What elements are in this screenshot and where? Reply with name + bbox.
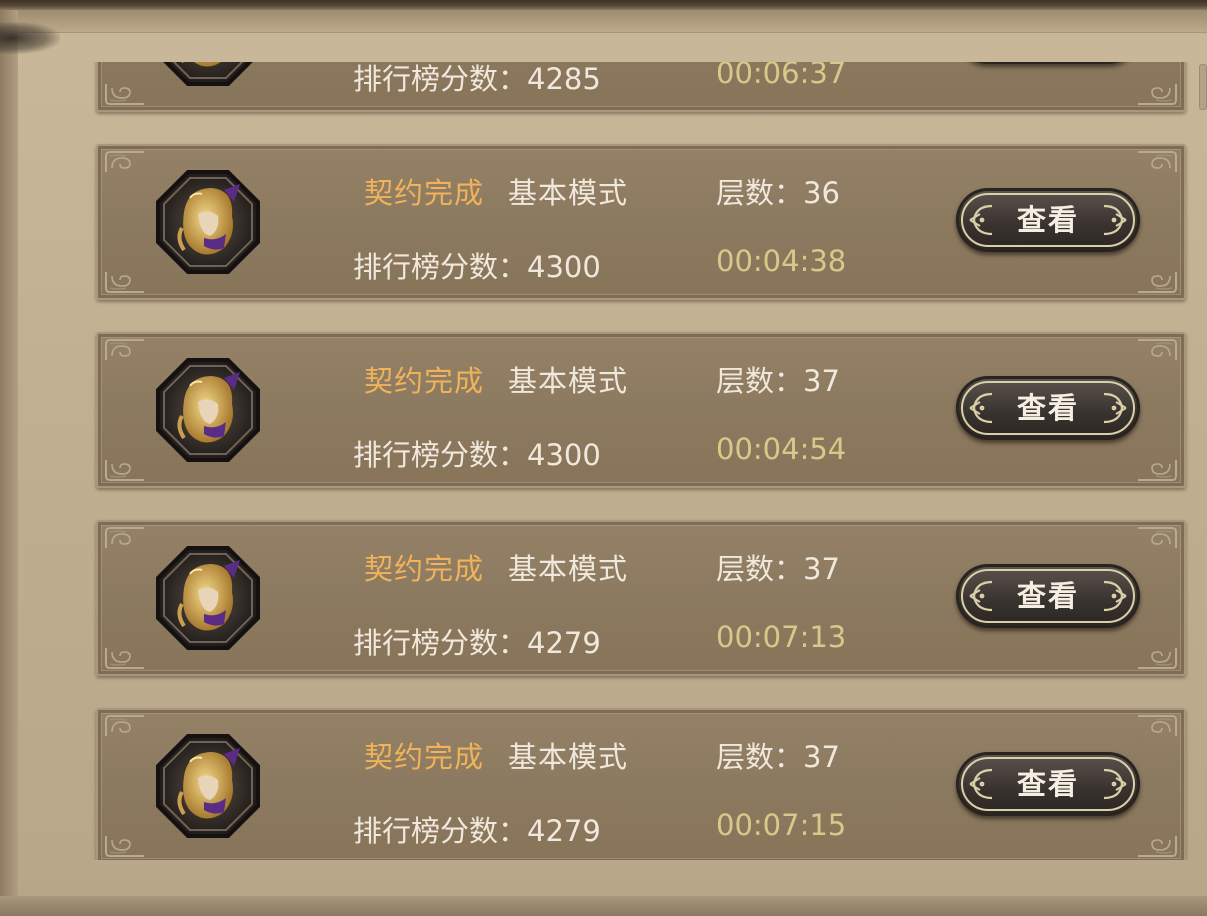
panel-frame: 契约完成 基本模式 层数：36 排行榜分数：4285 00:06:37 查看 契… xyxy=(0,0,1207,916)
ornate-corner-icon xyxy=(104,526,150,550)
floor-count: 层数：37 xyxy=(716,740,840,774)
leaderboard-score: 排行榜分数：4285 xyxy=(353,62,601,96)
view-button-label: 查看 xyxy=(1016,579,1079,613)
leaderboard-score: 排行榜分数：4279 xyxy=(353,814,601,848)
record-row: 契约完成 基本模式 层数：37 排行榜分数：4279 00:07:13 查看 xyxy=(96,520,1186,676)
clear-time: 00:04:38 xyxy=(716,244,847,278)
ornate-corner-icon xyxy=(1132,82,1178,106)
view-button-label: 查看 xyxy=(1016,767,1079,801)
clear-time: 00:07:13 xyxy=(716,620,847,654)
record-row: 契约完成 基本模式 层数：36 排行榜分数：4285 00:06:37 查看 xyxy=(96,62,1186,112)
frame-top-bevel xyxy=(0,10,1207,33)
contract-status: 契约完成 xyxy=(364,176,485,210)
character-portrait-icon xyxy=(154,356,262,464)
game-mode: 基本模式 xyxy=(508,364,629,398)
record-row: 契约完成 基本模式 层数：37 排行榜分数：4279 00:07:15 查看 xyxy=(96,708,1186,860)
ornate-corner-icon xyxy=(104,834,150,858)
view-button[interactable]: 查看 xyxy=(956,564,1140,628)
ornate-corner-icon xyxy=(104,458,150,482)
view-button-label: 查看 xyxy=(1016,391,1079,425)
clear-time: 00:06:37 xyxy=(716,62,847,90)
ornate-corner-icon xyxy=(1132,458,1178,482)
ornate-corner-icon xyxy=(104,150,150,174)
ornate-corner-icon xyxy=(104,714,150,738)
frame-left-edge xyxy=(0,10,18,916)
frame-top-edge xyxy=(0,0,1207,10)
character-portrait-icon xyxy=(154,732,262,840)
character-portrait-icon xyxy=(154,62,262,88)
view-button[interactable]: 查看 xyxy=(956,188,1140,252)
ink-decoration xyxy=(0,22,60,54)
clear-time: 00:04:54 xyxy=(716,432,847,466)
floor-count: 层数：37 xyxy=(716,364,840,398)
ornate-corner-icon xyxy=(104,82,150,106)
ornate-corner-icon xyxy=(104,646,150,670)
view-button[interactable]: 查看 xyxy=(956,752,1140,816)
ornate-corner-icon xyxy=(1132,714,1178,738)
record-list[interactable]: 契约完成 基本模式 层数：36 排行榜分数：4285 00:06:37 查看 契… xyxy=(60,62,1200,860)
floor-count: 层数：36 xyxy=(716,176,840,210)
clear-time: 00:07:15 xyxy=(716,808,847,842)
scrollbar-thumb[interactable] xyxy=(1199,64,1207,110)
ornate-corner-icon xyxy=(104,270,150,294)
leaderboard-score: 排行榜分数：4300 xyxy=(353,250,601,284)
ornate-corner-icon xyxy=(1132,646,1178,670)
character-portrait-icon xyxy=(154,168,262,276)
ornate-corner-icon xyxy=(1132,526,1178,550)
game-mode: 基本模式 xyxy=(508,740,629,774)
contract-status: 契约完成 xyxy=(364,740,485,774)
view-button[interactable]: 查看 xyxy=(956,62,1140,64)
view-button-label: 查看 xyxy=(1016,203,1079,237)
ornate-corner-icon xyxy=(1132,150,1178,174)
game-mode: 基本模式 xyxy=(508,176,629,210)
leaderboard-score: 排行榜分数：4300 xyxy=(353,438,601,472)
game-mode: 基本模式 xyxy=(508,552,629,586)
floor-count: 层数：37 xyxy=(716,552,840,586)
record-row: 契约完成 基本模式 层数：37 排行榜分数：4300 00:04:54 查看 xyxy=(96,332,1186,488)
frame-bottom-edge xyxy=(0,896,1207,916)
character-portrait-icon xyxy=(154,544,262,652)
ornate-corner-icon xyxy=(1132,338,1178,362)
view-button[interactable]: 查看 xyxy=(956,376,1140,440)
contract-status: 契约完成 xyxy=(364,552,485,586)
ornate-corner-icon xyxy=(1132,834,1178,858)
leaderboard-score: 排行榜分数：4279 xyxy=(353,626,601,660)
record-row: 契约完成 基本模式 层数：36 排行榜分数：4300 00:04:38 查看 xyxy=(96,144,1186,300)
ornate-corner-icon xyxy=(104,338,150,362)
contract-status: 契约完成 xyxy=(364,364,485,398)
ornate-corner-icon xyxy=(1132,270,1178,294)
